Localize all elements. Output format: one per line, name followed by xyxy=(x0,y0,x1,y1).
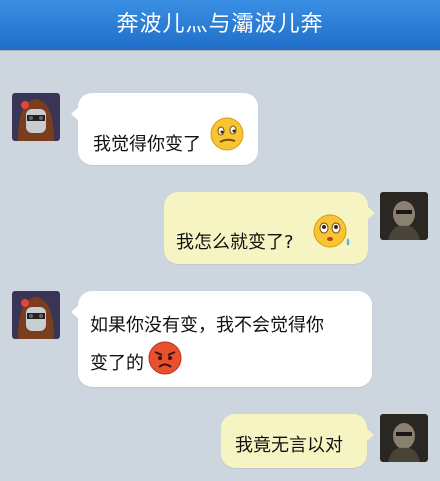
contact-avatar[interactable] xyxy=(12,93,60,141)
message-text: 我怎么就变了? xyxy=(176,232,294,253)
message-bubble[interactable]: 我竟无言以对 xyxy=(221,414,374,468)
bubble-tail xyxy=(366,428,374,442)
message-text-line-1: 如果你没有变，我不会觉得你 xyxy=(90,315,324,336)
message-text-line-2: 变了的 xyxy=(90,353,144,374)
message-text: 我觉得你变了 xyxy=(93,134,201,155)
contact-avatar[interactable] xyxy=(12,291,60,339)
message-bubble[interactable]: 我觉得你变了 xyxy=(71,93,258,165)
bubble-tail xyxy=(71,305,79,319)
teary-eyed-face-icon xyxy=(312,211,352,256)
message-bubble[interactable]: 如果你没有变，我不会觉得你 变了的 xyxy=(71,291,372,387)
chat-header: 奔波儿灬与灞波儿奔 xyxy=(0,0,440,50)
user-avatar[interactable] xyxy=(380,192,428,240)
confused-face-icon xyxy=(210,117,244,156)
bubble-tail xyxy=(367,206,375,220)
bubble-tail xyxy=(71,107,79,121)
chat-title: 奔波儿灬与灞波儿奔 xyxy=(116,12,324,37)
user-avatar[interactable] xyxy=(380,414,428,462)
angry-face-icon xyxy=(148,341,182,380)
message-text: 我竟无言以对 xyxy=(235,435,343,456)
message-bubble[interactable]: 我怎么就变了? xyxy=(164,192,375,264)
